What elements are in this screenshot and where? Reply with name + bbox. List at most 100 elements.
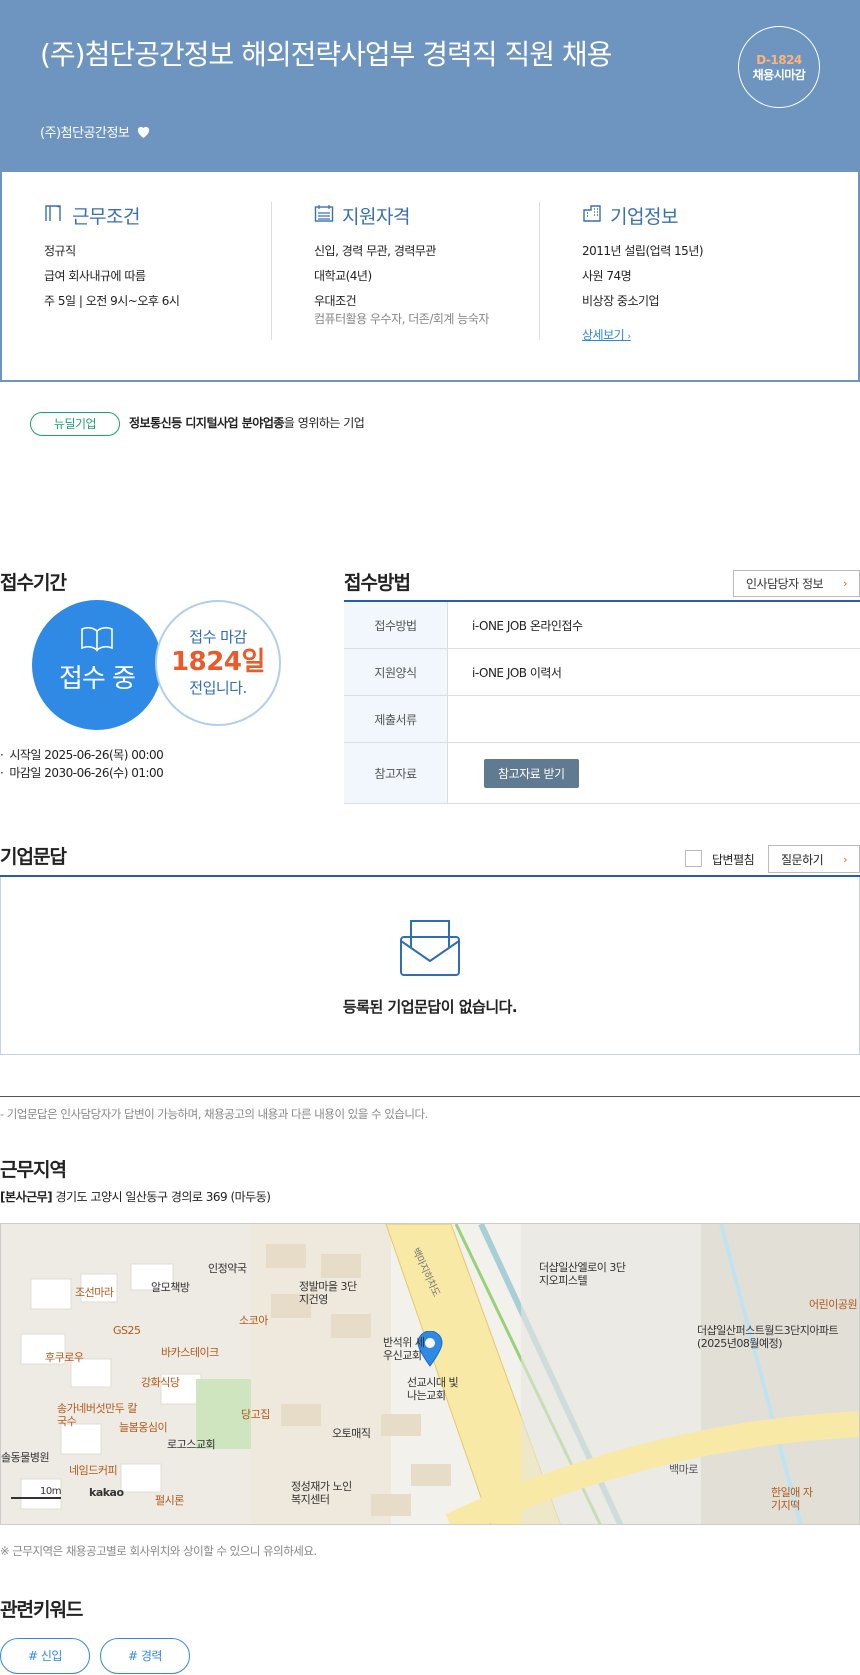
summary-panel: 근무조건 정규직 급여 회사내규에 따름 주 5일 | 오전 9시~오후 6시 … <box>0 172 860 382</box>
map-scale: 10m <box>11 1486 62 1499</box>
keyword-tag[interactable]: # 경력 <box>100 1638 190 1674</box>
map-label: 반석위 세우신교회 <box>383 1336 425 1362</box>
career-level: 신입, 경력 무관, 경력무관 <box>314 244 436 258</box>
method-title: 접수방법 <box>344 572 411 594</box>
work-conditions-title: 근무조건 <box>72 206 140 228</box>
status-text: 접수 중 <box>58 664 136 694</box>
map-label: 알모책방 <box>151 1281 190 1294</box>
remain-circle: 접수 마감 1824일 전입니다. <box>155 600 281 726</box>
row-value: 참고자료 받기 <box>448 758 579 788</box>
heart-icon[interactable] <box>135 123 152 140</box>
industry-text: 정보통신등 디지털사업 분야업종을 영위하는 기업 <box>129 416 365 430</box>
qa-empty-text: 등록된 기업문답이 없습니다. <box>342 998 518 1016</box>
qa-note: - 기업문답은 인사담당자가 답변이 가능하며, 채용공고의 내용과 다른 내용… <box>0 1107 428 1121</box>
remain-suffix: 전입니다. <box>189 679 247 697</box>
location-note: ※ 근무지역은 채용공고별로 회사위치와 상이할 수 있으니 유의하세요. <box>0 1544 317 1558</box>
map-label: 더샵일산엘로이 3단지오피스텔 <box>539 1261 626 1287</box>
building-icon <box>582 204 602 227</box>
table-row: 지원양식 i-ONE JOB 이력서 <box>344 649 860 696</box>
education: 대학교(4년) <box>314 269 372 283</box>
map-label: 정성재가 노인복지센터 <box>291 1480 352 1506</box>
qualifications-title: 지원자격 <box>342 206 410 228</box>
map-label: 후쿠로우 <box>45 1351 84 1364</box>
map-label: 한일애 자기지떡 <box>771 1486 813 1512</box>
map-label: 더샵일산퍼스트월드3단지아파트 (2025년08월예정) <box>697 1324 839 1350</box>
table-row: 접수방법 i-ONE JOB 온라인접수 <box>344 602 860 649</box>
ask-question-button[interactable]: 질문하기 › <box>768 845 860 873</box>
row-label: 접수방법 <box>344 602 448 648</box>
address: [본사근무] 경기도 고양시 일산동구 경의로 369 (마두동) <box>0 1190 271 1204</box>
job-header: (주)첨단공간정보 해외전략사업부 경력직 직원 채용 (주)첨단공간정보 D-… <box>0 0 860 172</box>
work-conditions: 근무조건 정규직 급여 회사내규에 따름 주 5일 | 오전 9시~오후 6시 <box>44 202 272 340</box>
map-label: GS25 <box>113 1324 141 1337</box>
map-label: 정발마을 3단지건영 <box>299 1280 357 1306</box>
row-label: 참고자료 <box>344 743 448 803</box>
map-label: 펄시론 <box>155 1494 184 1507</box>
employment-type: 정규직 <box>44 244 76 258</box>
salary: 급여 회사내규에 따름 <box>44 269 146 283</box>
period-dates: 시작일 2025-06-26(목) 00:00 마감일 2030-06-26(수… <box>0 746 163 782</box>
preferred-detail: 컴퓨터활용 우수자, 더존/회계 능숙자 <box>314 312 489 326</box>
company-info: 기업정보 2011년 설립(업력 15년) 사원 74명 비상장 중소기업 상세… <box>539 202 819 343</box>
hr-contact-button[interactable]: 인사담당자 정보 › <box>733 570 860 597</box>
map-label: 강화식당 <box>141 1376 180 1389</box>
start-date: 시작일 2025-06-26(목) 00:00 <box>0 746 163 764</box>
newdeal-badge: 뉴딜기업 <box>30 412 120 436</box>
map-label: 오토매직 <box>332 1427 371 1440</box>
door-icon <box>44 204 64 227</box>
map-label: 인정약국 <box>208 1262 247 1275</box>
row-label: 지원양식 <box>344 649 448 695</box>
remain-label: 접수 마감 <box>189 628 247 646</box>
book-icon <box>32 626 162 652</box>
method-table: 접수방법 i-ONE JOB 온라인접수 지원양식 i-ONE JOB 이력서 제출… <box>344 600 860 804</box>
job-title: (주)첨단공간정보 해외전략사업부 경력직 직원 채용 <box>40 38 612 71</box>
map-label: 소코아 <box>239 1314 268 1327</box>
company-name[interactable]: (주)첨단공간정보 <box>40 122 130 141</box>
download-button[interactable]: 참고자료 받기 <box>484 758 579 788</box>
map-label: 조선마라 <box>75 1286 114 1299</box>
map-label: 바카스테이크 <box>161 1346 219 1359</box>
qa-title: 기업문답 <box>0 846 67 868</box>
row-value: i-ONE JOB 이력서 <box>472 665 562 680</box>
table-row: 제출서류 <box>344 696 860 743</box>
chevron-right-icon: › <box>843 852 847 866</box>
map-label: 네임드커피 <box>69 1464 118 1477</box>
map-label: 늘봄옹심이 <box>119 1421 168 1434</box>
map-label: 당고집 <box>241 1408 270 1421</box>
map-label: 백마로 <box>669 1463 698 1476</box>
company-name-row: (주)첨단공간정보 <box>40 122 152 141</box>
calendar-icon <box>314 204 334 227</box>
kakao-logo: kakao <box>89 1486 124 1499</box>
map-label: 솔동물병원 <box>1 1451 50 1464</box>
qualifications: 지원자격 신입, 경력 무관, 경력무관 대학교(4년) 우대조건 컴퓨터활용 … <box>271 202 539 340</box>
founded: 2011년 설립(업력 15년) <box>582 244 704 258</box>
chevron-right-icon: › <box>843 577 847 590</box>
map-label: 로고스교회 <box>167 1438 216 1451</box>
expand-answers-checkbox[interactable] <box>685 850 702 867</box>
map-label: 어린이공원 <box>809 1298 858 1311</box>
keywords-title: 관련키워드 <box>0 1599 83 1621</box>
map-label: 선교시대 빛나는교회 <box>407 1376 459 1402</box>
preferred-label: 우대조건 <box>314 294 357 308</box>
location-title: 근무지역 <box>0 1159 67 1181</box>
row-value: i-ONE JOB 온라인접수 <box>472 618 583 633</box>
company-type: 비상장 중소기업 <box>582 294 660 308</box>
row-label: 제출서류 <box>344 696 448 742</box>
table-row: 참고자료 참고자료 받기 <box>344 743 860 804</box>
work-hours: 주 5일 | 오전 9시~오후 6시 <box>44 294 180 308</box>
employee-count: 사원 74명 <box>582 269 632 283</box>
qa-empty-box: 등록된 기업문답이 없습니다. <box>0 877 860 1055</box>
period-title: 접수기간 <box>0 572 67 594</box>
keyword-tag[interactable]: # 신입 <box>0 1638 90 1674</box>
company-info-title: 기업정보 <box>610 206 678 228</box>
envelope-icon <box>1 917 859 982</box>
company-detail-link[interactable]: 상세보기 › <box>582 326 631 343</box>
dday-count: D-1824 <box>756 53 802 67</box>
map[interactable]: 인정약국 알모책방 정발마을 3단지건영 더샵일산엘로이 3단지오피스텔 조선마… <box>0 1223 860 1525</box>
status-circle: 접수 중 <box>32 600 162 730</box>
deadline-type: 채용시마감 <box>752 68 806 82</box>
dday-badge: D-1824 채용시마감 <box>738 26 820 108</box>
remain-days: 1824일 <box>171 647 265 677</box>
expand-answers-label[interactable]: 답변펼침 <box>712 851 755 868</box>
divider <box>0 1096 860 1097</box>
